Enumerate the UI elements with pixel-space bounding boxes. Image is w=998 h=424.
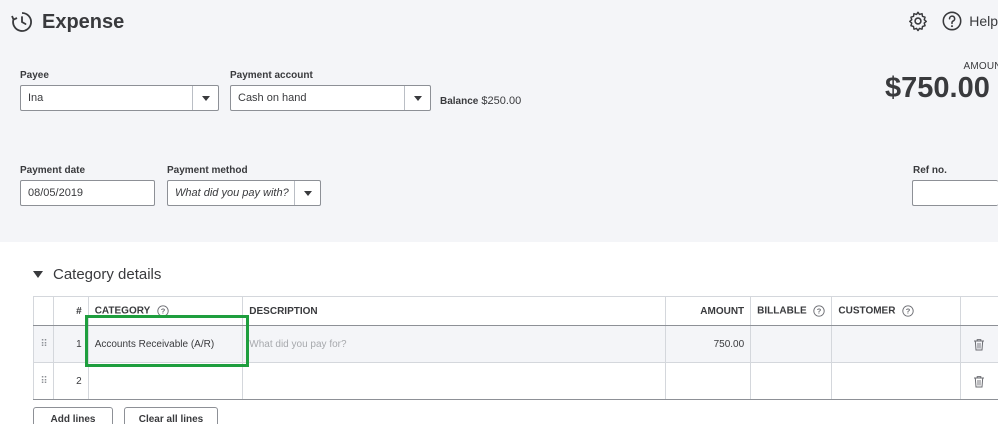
delete-row-button[interactable] xyxy=(959,362,998,400)
account-balance: Balance $250.00 xyxy=(440,95,521,107)
payee-dropdown-arrow[interactable] xyxy=(192,86,218,110)
payment-method-label: Payment method xyxy=(167,165,248,176)
payee-label: Payee xyxy=(20,70,49,81)
customer-cell[interactable] xyxy=(831,325,961,363)
chevron-down-icon xyxy=(201,95,210,101)
delete-row-button[interactable] xyxy=(959,325,998,363)
payment-account-value: Cash on hand xyxy=(238,92,307,104)
balance-label: Balance xyxy=(440,96,479,107)
ref-no-input[interactable] xyxy=(912,180,998,206)
chevron-down-icon xyxy=(413,95,422,101)
payment-date-label: Payment date xyxy=(20,165,86,176)
customer-cell[interactable] xyxy=(831,362,961,400)
help-button[interactable]: Help xyxy=(941,10,998,32)
svg-text:?: ? xyxy=(906,307,911,316)
payment-date-input[interactable]: 08/05/2019 xyxy=(20,180,155,206)
column-header-billable: BILLABLE ? xyxy=(750,296,832,326)
column-header-category-label: CATEGORY xyxy=(94,305,151,317)
category-details-title: Category details xyxy=(53,266,162,283)
category-cell[interactable] xyxy=(87,362,243,400)
question-circle-icon[interactable]: ? xyxy=(157,305,169,317)
table-row[interactable]: ⠿ 2 xyxy=(33,362,998,400)
payment-date-value: 08/05/2019 xyxy=(28,187,84,199)
drag-column-header xyxy=(33,296,54,326)
column-header-customer: CUSTOMER ? xyxy=(831,296,961,326)
header-actions: Help xyxy=(907,10,998,32)
trash-icon xyxy=(974,338,985,350)
column-header-description: DESCRIPTION xyxy=(242,296,666,326)
question-circle-icon[interactable]: ? xyxy=(902,305,914,317)
description-cell[interactable]: What did you pay for? xyxy=(242,325,666,363)
ref-no-label: Ref no. xyxy=(913,165,947,176)
payment-account-dropdown-arrow[interactable] xyxy=(404,86,430,110)
payment-account-label: Payment account xyxy=(230,70,313,81)
column-header-amount: AMOUNT xyxy=(664,296,751,326)
page-title-row: Expense xyxy=(10,10,124,34)
payment-account-select[interactable]: Cash on hand xyxy=(230,85,431,111)
payment-method-select[interactable]: What did you pay with? xyxy=(167,180,321,206)
svg-text:?: ? xyxy=(817,307,822,316)
payee-select[interactable]: Ina xyxy=(20,85,219,111)
help-circle-icon xyxy=(942,11,962,31)
billable-cell[interactable] xyxy=(750,325,832,363)
category-cell[interactable]: Accounts Receivable (A/R) xyxy=(87,325,243,363)
payee-value: Ina xyxy=(28,92,44,104)
balance-value: $250.00 xyxy=(481,95,522,107)
row-number: 2 xyxy=(52,362,89,400)
category-details-toggle[interactable]: Category details xyxy=(33,266,161,283)
column-header-category: CATEGORY ? xyxy=(87,296,243,326)
category-lines-table: # CATEGORY ? DESCRIPTION AMOUNT BILLABLE… xyxy=(33,296,998,400)
help-label: Help xyxy=(969,13,998,29)
column-header-num: # xyxy=(52,296,89,326)
payment-method-dropdown-arrow[interactable] xyxy=(294,181,320,205)
column-header-billable-label: BILLABLE xyxy=(757,305,807,317)
drag-handle-icon[interactable]: ⠿ xyxy=(33,362,54,400)
add-lines-button[interactable]: Add lines xyxy=(33,407,113,424)
chevron-down-icon xyxy=(303,190,312,196)
collapse-triangle-icon xyxy=(33,271,43,278)
drag-handle-icon[interactable]: ⠿ xyxy=(33,325,54,363)
table-row[interactable]: ⠿ 1 Accounts Receivable (A/R) What did y… xyxy=(33,325,998,363)
description-cell[interactable] xyxy=(242,362,666,400)
total-amount: $750.00 xyxy=(885,72,990,104)
recurring-clock-icon[interactable] xyxy=(10,10,34,34)
delete-column-header xyxy=(959,296,998,326)
gear-icon[interactable] xyxy=(907,10,929,32)
row-number: 1 xyxy=(52,325,89,363)
page-title: Expense xyxy=(42,10,125,33)
question-circle-icon[interactable]: ? xyxy=(813,305,826,317)
table-header-row: # CATEGORY ? DESCRIPTION AMOUNT BILLABLE… xyxy=(33,296,998,326)
amount-cell[interactable]: 750.00 xyxy=(664,325,751,363)
amount-label: AMOUNT xyxy=(963,61,998,72)
column-header-customer-label: CUSTOMER xyxy=(838,305,896,317)
billable-cell[interactable] xyxy=(750,362,832,400)
amount-cell[interactable] xyxy=(664,362,751,400)
payment-method-placeholder: What did you pay with? xyxy=(175,187,289,199)
trash-icon xyxy=(974,375,985,387)
clear-all-lines-button[interactable]: Clear all lines xyxy=(124,407,218,424)
svg-text:?: ? xyxy=(161,307,166,316)
